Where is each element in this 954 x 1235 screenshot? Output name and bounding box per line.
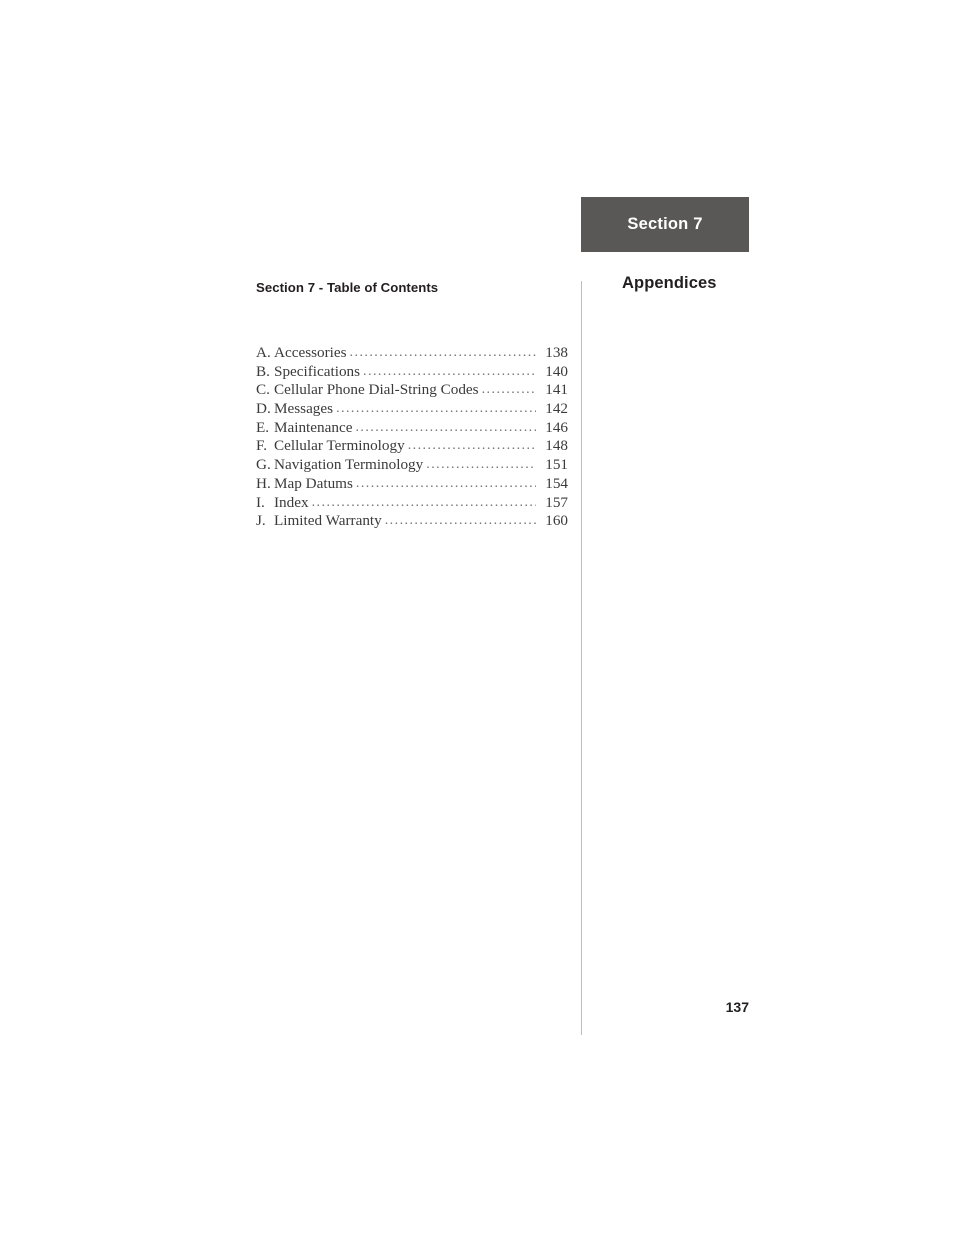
toc-entry-letter: E. (256, 418, 270, 436)
toc-entry-leader: ........................................… (426, 457, 536, 473)
toc-entry-leader: ........................................… (336, 401, 536, 417)
toc-entry-letter: F. (256, 437, 268, 455)
toc-heading: Section 7 - Table of Contents (256, 280, 439, 295)
toc-entry-page-number: 140 (545, 362, 568, 380)
toc-entry-title: Maintenance (274, 418, 353, 436)
toc-entry-title: Specifications (274, 362, 361, 380)
toc-entry-leader: ........................................… (384, 513, 536, 529)
toc-entry-letter: J. (256, 512, 266, 530)
toc-entry-leader: ........................................… (363, 363, 536, 379)
toc-entry-page-number: 160 (545, 512, 568, 530)
table-of-contents-list: A. Accessories...........................… (256, 344, 568, 531)
toc-entry-letter: A. (256, 344, 271, 361)
toc-entry-title: Limited Warranty (274, 512, 382, 530)
toc-entry-leader: ........................................… (481, 382, 536, 398)
toc-entry-title: Navigation Terminology (274, 456, 424, 474)
toc-entry-page-number: 142 (545, 400, 568, 418)
toc-entry[interactable]: D. Messages..............................… (256, 400, 568, 419)
toc-entry-title: Map Datums (274, 474, 353, 492)
toc-entry-page-number: 138 (545, 344, 568, 361)
toc-entry-leader: ........................................… (355, 475, 536, 491)
toc-entry-letter: H. (256, 474, 271, 492)
toc-entry-title: Cellular Terminology (274, 437, 405, 455)
toc-entry-page-number: 151 (545, 456, 568, 474)
toc-entry-letter: G. (256, 456, 271, 474)
toc-entry-page-number: 148 (545, 437, 568, 455)
toc-entry-title: Accessories (274, 344, 347, 361)
toc-entry-letter: C. (256, 381, 270, 399)
toc-entry-title: Index (274, 493, 309, 511)
toc-entry-leader: ........................................… (349, 345, 536, 360)
toc-entry-page-number: 141 (545, 381, 568, 399)
toc-entry-title: Cellular Phone Dial-String Codes (274, 381, 479, 399)
toc-entry-page-number: 154 (545, 474, 568, 492)
toc-entry-leader: ........................................… (355, 419, 536, 435)
toc-entry-leader: ........................................… (407, 438, 536, 454)
toc-entry-letter: D. (256, 400, 271, 418)
toc-entry-title: Messages (274, 400, 334, 418)
toc-entry[interactable]: E. Maintenance...........................… (256, 419, 568, 438)
toc-entry[interactable]: B. Specifications........................… (256, 363, 568, 382)
appendices-heading: Appendices (622, 274, 717, 292)
column-divider (581, 281, 582, 1035)
toc-entry-letter: I. (256, 493, 265, 511)
page-number: 137 (725, 999, 749, 1015)
section-tab-label: Section 7 (627, 215, 703, 234)
toc-entry-leader: ........................................… (311, 494, 536, 510)
document-page: Section 7 Appendices Section 7 - Table o… (0, 0, 954, 1235)
toc-entry[interactable]: G. Navigation Terminology................… (256, 456, 568, 475)
toc-entry[interactable]: A. Accessories...........................… (256, 344, 568, 363)
toc-entry-letter: B. (256, 362, 270, 380)
toc-entry-page-number: 157 (545, 493, 568, 511)
toc-entry[interactable]: H. Map Datums............................… (256, 475, 568, 494)
toc-entry[interactable]: I. Index.................................… (256, 494, 568, 513)
toc-entry-page-number: 146 (545, 418, 568, 436)
toc-entry[interactable]: C. Cellular Phone Dial-String Codes......… (256, 381, 568, 400)
toc-entry[interactable]: J. Limited Warranty......................… (256, 512, 568, 531)
toc-entry[interactable]: F. Cellular Terminology..................… (256, 437, 568, 456)
section-tab: Section 7 (581, 197, 749, 252)
